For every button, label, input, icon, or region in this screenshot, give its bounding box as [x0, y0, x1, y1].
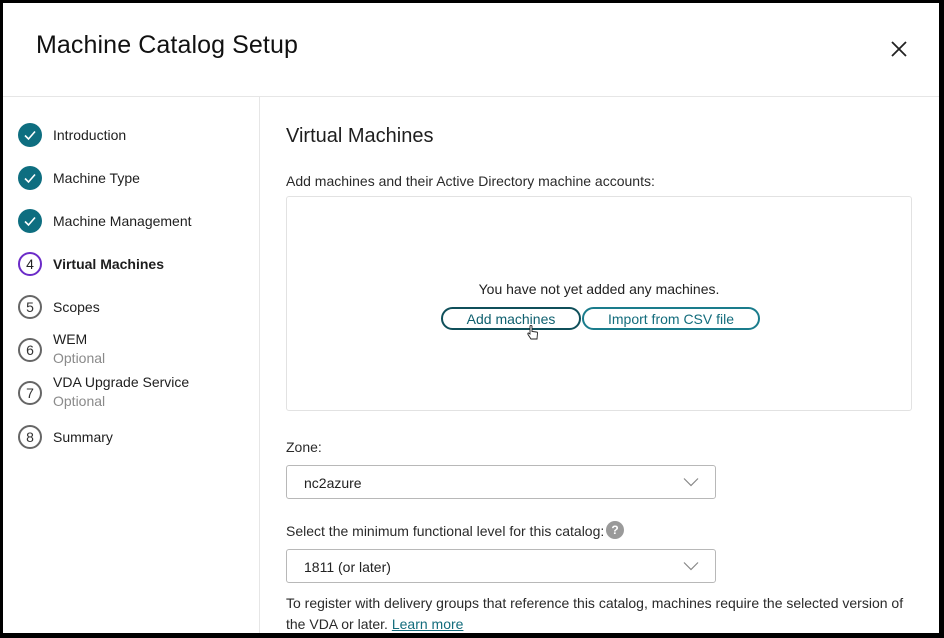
step-label: VDA Upgrade Service — [53, 374, 190, 390]
main-content: Virtual Machines Add machines and their … — [260, 97, 939, 633]
step-scopes[interactable]: 5 Scopes — [18, 295, 258, 325]
section-heading: Virtual Machines — [286, 125, 434, 147]
zone-select[interactable]: nc2azure — [286, 465, 716, 499]
check-icon — [24, 173, 36, 184]
step-number-badge: 4 — [18, 252, 42, 276]
note-text: To register with delivery groups that re… — [286, 595, 904, 632]
dialog-header: Machine Catalog Setup — [3, 3, 939, 97]
step-completed-badge — [18, 166, 42, 190]
step-summary[interactable]: 8 Summary — [18, 425, 258, 455]
help-icon[interactable]: ? — [606, 521, 624, 539]
step-machine-type[interactable]: Machine Type — [18, 166, 258, 196]
add-machines-button[interactable]: Add machines — [441, 307, 581, 330]
vda-version-note: To register with delivery groups that re… — [286, 593, 926, 633]
step-completed-badge — [18, 123, 42, 147]
step-optional-label: Optional — [53, 393, 106, 409]
step-machine-management[interactable]: Machine Management — [18, 209, 258, 239]
step-virtual-machines[interactable]: 4 Virtual Machines — [18, 252, 258, 282]
step-label: WEM — [53, 331, 88, 347]
step-number-badge: 6 — [18, 338, 42, 362]
step-number-badge: 7 — [18, 381, 42, 405]
dialog: Machine Catalog Setup Introduction Machi… — [3, 3, 939, 633]
step-wem[interactable]: 6 WEM Optional — [18, 331, 258, 368]
step-optional-label: Optional — [53, 350, 106, 366]
close-icon — [891, 41, 907, 57]
step-label: Introduction — [53, 127, 127, 143]
functional-level-select[interactable]: 1811 (or later) — [286, 549, 716, 583]
wizard-steps: Introduction Machine Type Machine Manage… — [3, 97, 260, 633]
step-label: Summary — [53, 429, 113, 445]
machines-panel: You have not yet added any machines. Add… — [286, 196, 912, 411]
step-introduction[interactable]: Introduction — [18, 123, 258, 153]
step-number-badge: 5 — [18, 295, 42, 319]
chevron-down-icon — [683, 478, 699, 487]
step-label: Scopes — [53, 299, 100, 315]
dialog-title: Machine Catalog Setup — [36, 31, 298, 59]
empty-state-message: You have not yet added any machines. — [478, 281, 720, 297]
close-button[interactable] — [887, 37, 911, 61]
import-csv-button[interactable]: Import from CSV file — [582, 307, 760, 330]
functional-level-value: 1811 (or later) — [304, 559, 391, 575]
step-label: Machine Type — [53, 170, 140, 186]
step-vda-upgrade-service[interactable]: 7 VDA Upgrade Service Optional — [18, 374, 258, 411]
step-label: Machine Management — [53, 213, 192, 229]
zone-label: Zone: — [286, 439, 322, 455]
step-number-badge: 8 — [18, 425, 42, 449]
step-label: Virtual Machines — [53, 256, 165, 272]
functional-level-label: Select the minimum functional level for … — [286, 523, 605, 539]
section-description: Add machines and their Active Directory … — [286, 173, 655, 189]
hand-cursor-icon — [527, 325, 538, 340]
step-completed-badge — [18, 209, 42, 233]
learn-more-link[interactable]: Learn more — [392, 616, 464, 632]
zone-value: nc2azure — [304, 475, 362, 491]
chevron-down-icon — [683, 562, 699, 571]
check-icon — [24, 130, 36, 141]
check-icon — [24, 216, 36, 227]
